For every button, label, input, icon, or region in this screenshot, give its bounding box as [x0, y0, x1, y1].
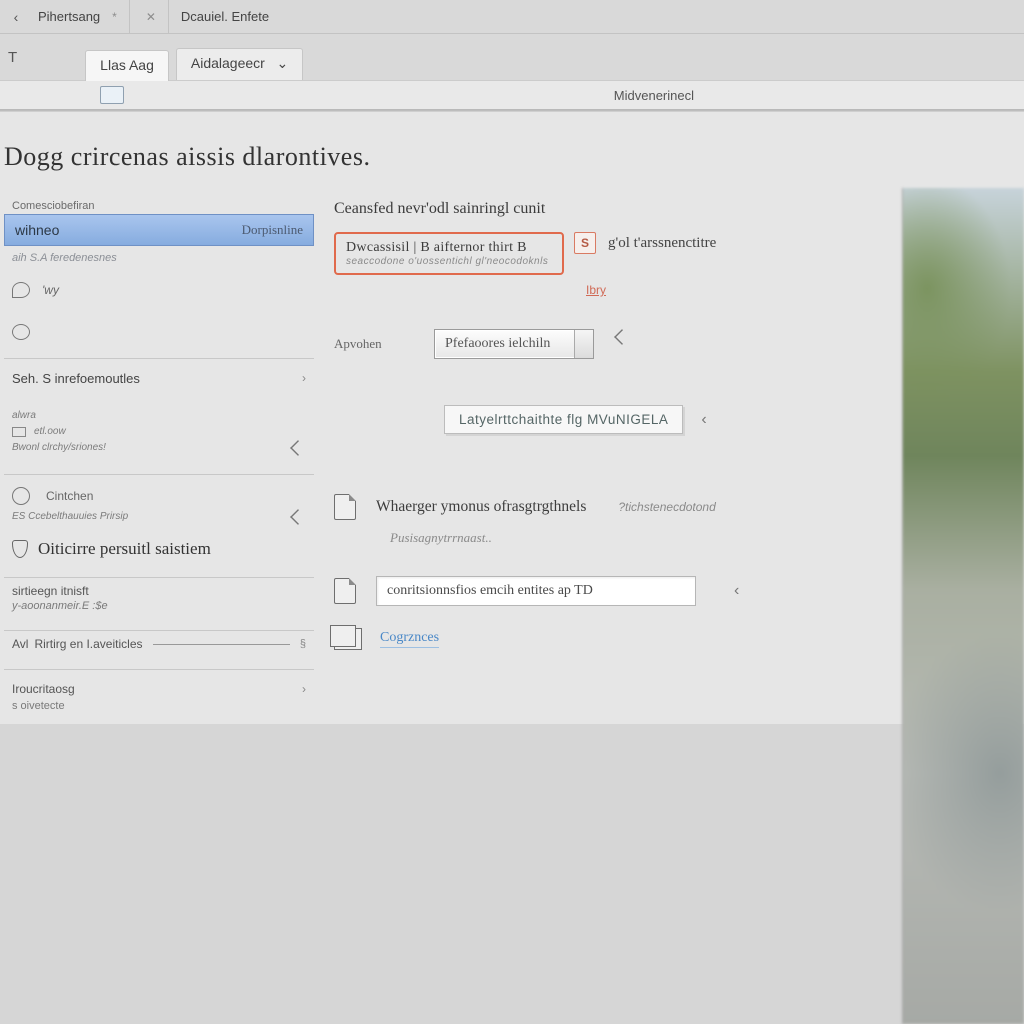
chevron-left-icon[interactable]: ‹ — [734, 582, 739, 600]
shield-icon — [12, 540, 28, 558]
tab-primary[interactable]: Pihertsang * — [26, 0, 130, 34]
field-1-label: Apvohen — [334, 336, 414, 352]
close-icon[interactable]: ✕ — [146, 10, 156, 24]
tab-secondary-label: Dcauiel. Enfete — [181, 9, 269, 24]
pencil-icon[interactable] — [290, 509, 306, 525]
sidebar-header-right: Dorpisnline — [242, 222, 303, 238]
sidebar-block-2[interactable]: › Seh. S inrefoemoutles alwra etl.oow Bw… — [4, 359, 314, 475]
sidebar-header-left: wihneo — [15, 222, 59, 238]
sidebar-block-1-text: 'wy — [42, 283, 59, 297]
alert-line-2: seaccodone o'uossentichl gl'neocodoknls — [346, 256, 552, 267]
page-icon — [334, 578, 356, 604]
document-bar-label: Midvenerinecl — [614, 88, 694, 103]
sidebar-block-4-title: sirtieegn itnisft — [4, 578, 314, 600]
sidebar-footer-sub: s oivetecte — [12, 696, 306, 712]
sidebar-footer[interactable]: › Iroucritaosg s oivetecte — [4, 670, 314, 724]
tab-secondary[interactable]: Dcauiel. Enfete — [169, 0, 281, 34]
inner-tab-2-label: Aidalageecr — [191, 55, 265, 71]
inner-tab-2[interactable]: Aidalageecr ⌄ — [176, 48, 303, 80]
tab-primary-label: Pihertsang — [38, 9, 100, 24]
sidebar-block-3-main-label: Oiticirre persuitl saistiem — [38, 539, 211, 559]
sidebar-inline-prefix: Avl — [12, 637, 28, 651]
section-2-title: Whaerger ymonus ofrasgtrgthnels — [376, 498, 586, 516]
chevron-left-icon[interactable]: ‹ — [701, 411, 706, 429]
sidebar-block-2-line3: Bwonl clrchy/sriones! — [12, 440, 106, 456]
sidebar-block-3-main[interactable]: Oiticirre persuitl saistiem — [12, 539, 306, 559]
field-1-value: Pfefaoores ielchiln — [445, 336, 550, 351]
inner-tab-1[interactable]: Llas Aag — [85, 50, 169, 81]
pie-icon — [12, 487, 30, 505]
link-row: Cogrznces — [334, 628, 994, 650]
ribbon-row: T Llas Aag Aidalageecr ⌄ — [0, 34, 1024, 80]
sidebar: Comesciobefiran wihneo Dorpisnline aih S… — [4, 198, 314, 724]
sidebar-block-4-value: y-aoonanmeir.E :$e — [4, 600, 314, 630]
alert-action-button[interactable]: S — [574, 232, 596, 254]
tag-icon — [12, 427, 26, 437]
token-value: Latyelrttchaithte flg MVuNIGELA — [459, 412, 668, 427]
sidebar-inline-field[interactable]: Avl Rirtirg en I.aveiticles § — [4, 631, 314, 670]
underline-icon — [153, 644, 290, 645]
sidebar-block-3-sub: ES Ccebelthauuies Prirsip — [12, 509, 128, 525]
sidebar-inline-end: § — [300, 638, 306, 650]
field-1-combobox[interactable]: Pfefaoores ielchiln — [434, 329, 594, 359]
back-chevron-icon[interactable]: ‹ — [6, 9, 26, 25]
section-3-row: conritsionnsfios emcih entites ap TD ‹ — [334, 576, 994, 606]
sidebar-block-2-line1: alwra — [12, 408, 306, 424]
document-bar: Midvenerinecl — [0, 80, 1024, 110]
pencil-icon[interactable] — [614, 329, 630, 345]
chevron-right-icon: › — [302, 371, 306, 385]
sidebar-footer-title: Iroucritaosg — [12, 682, 75, 696]
page-title: Dogg crircenas aissis dlarontives. — [4, 138, 1024, 198]
sidebar-block-2-title: Seh. S inrefoemoutles — [12, 371, 140, 386]
section-3-value: conritsionnsfios emcih entites ap TD — [387, 583, 593, 598]
alert-box[interactable]: Dwcassisil | B aifternor thirt B seaccod… — [334, 232, 564, 275]
loop-icon — [12, 282, 30, 298]
sidebar-header[interactable]: wihneo Dorpisnline — [4, 214, 314, 246]
page-icon — [334, 494, 356, 520]
titlebar-row: ‹ Pihertsang * ✕ Dcauiel. Enfete — [0, 0, 1024, 34]
tab-close-only[interactable]: ✕ — [130, 0, 169, 34]
section-2-row: Whaerger ymonus ofrasgtrgthnels ?tichste… — [334, 494, 994, 520]
sidebar-block-3[interactable]: Cintchen ES Ccebelthauuies Prirsip Oitic… — [4, 475, 314, 578]
window-topbar: ‹ Pihertsang * ✕ Dcauiel. Enfete T Llas … — [0, 0, 1024, 111]
sidebar-muted-link[interactable]: aih S.A feredenesnes — [4, 246, 314, 270]
sidebar-block-3-small: Cintchen — [46, 489, 93, 503]
sidebar-block-2-line2: etl.oow — [34, 424, 66, 440]
alert-line-1: Dwcassisil | B aifternor thirt B — [346, 240, 552, 256]
chevron-down-icon[interactable]: ⌄ — [277, 55, 289, 71]
token-box[interactable]: Latyelrttchaithte flg MVuNIGELA — [444, 405, 683, 434]
sidebar-inline-text: Rirtirg en I.aveiticles — [34, 637, 142, 651]
section-3-input[interactable]: conritsionnsfios emcih entites ap TD — [376, 576, 696, 606]
circle-icon — [12, 324, 30, 340]
tab-star-icon[interactable]: * — [112, 10, 117, 24]
document-icon[interactable] — [100, 86, 124, 104]
tool-t-label[interactable]: T — [8, 49, 17, 80]
preview-panel — [902, 188, 1024, 1024]
chevron-right-icon: › — [302, 682, 306, 696]
sidebar-small-caption: Comesciobefiran — [4, 198, 314, 214]
pencil-icon[interactable] — [290, 440, 306, 456]
section-2-aside: ?tichstenecdotond — [618, 500, 715, 514]
sidebar-block-1: 'wy — [4, 270, 314, 359]
alert-tiny-link[interactable]: Ibry — [586, 283, 606, 297]
field-row-1: Apvohen Pfefaoores ielchiln — [334, 329, 994, 359]
alert-trail-text: g'ol t'arssnenctitre — [608, 235, 716, 252]
pages-icon — [334, 628, 362, 650]
content-area: Dogg crircenas aissis dlarontives. Comes… — [0, 111, 1024, 724]
section-heading: Ceansfed nevr'odl sainringl cunit — [334, 200, 545, 218]
link-cogrznces[interactable]: Cogrznces — [380, 630, 439, 648]
